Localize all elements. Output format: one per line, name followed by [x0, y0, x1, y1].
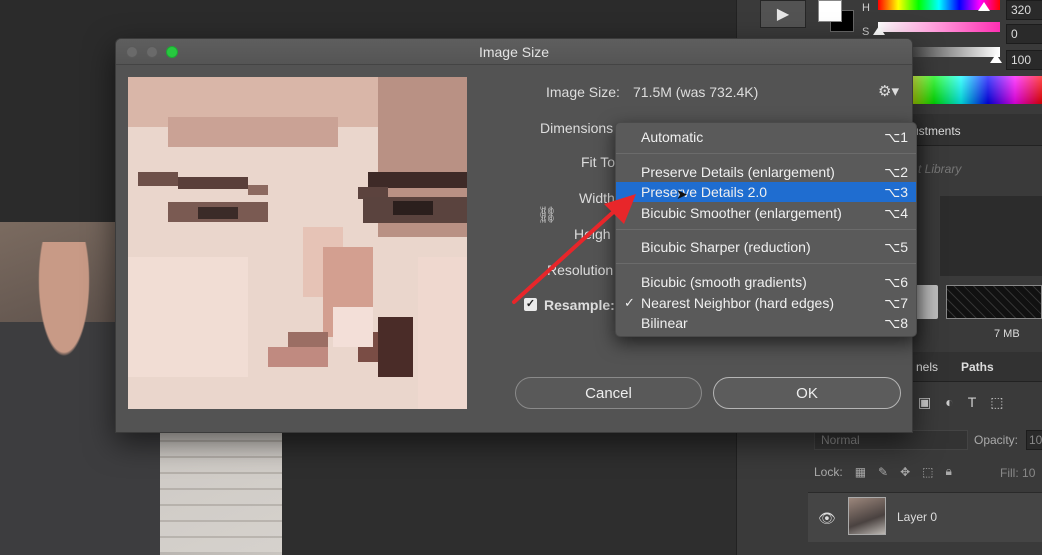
type-filter-icon[interactable]: T — [968, 394, 977, 411]
resample-method-menu: Automatic ⌥1 Preserve Details (enlargeme… — [615, 122, 917, 337]
canvas-empty-area — [282, 432, 742, 555]
link-chain-icon[interactable]: ⛓︎ — [537, 205, 557, 225]
menu-separator — [616, 153, 916, 154]
menu-item-automatic[interactable]: Automatic ⌥1 — [616, 127, 916, 147]
dimensions-label: Dimensions — [540, 120, 614, 136]
tab-channels[interactable]: nels — [916, 360, 938, 374]
menu-separator — [616, 263, 916, 264]
image-size-label: Image Size: — [546, 84, 620, 100]
menu-item-bicubic[interactable]: Bicubic (smooth gradients) ⌥6 — [616, 272, 916, 292]
library-size-text: 7 MB — [994, 328, 1020, 340]
lock-row: Lock: ▦ ✎ ✥ ⬚ 🔒︎ — [814, 464, 952, 479]
lock-move-icon[interactable]: ✥ — [900, 465, 910, 479]
saturation-slider-knob[interactable] — [873, 26, 885, 35]
brightness-slider-knob[interactable] — [990, 54, 1002, 63]
opacity-label: Opacity: — [974, 433, 1019, 447]
minimize-window-button[interactable] — [146, 46, 158, 58]
h-value-field[interactable]: 320 — [1006, 0, 1042, 20]
hue-slider-knob[interactable] — [978, 2, 990, 11]
settings-gear-icon[interactable]: ⚙▾ — [878, 82, 899, 100]
saturation-slider[interactable] — [873, 22, 1000, 35]
menu-item-preserve-details[interactable]: Preserve Details (enlargement) ⌥2 — [616, 162, 916, 182]
opacity-field[interactable]: 10 — [1026, 430, 1042, 450]
play-icon: ▶ — [776, 6, 790, 23]
menu-item-bicubic-smoother[interactable]: Bicubic Smoother (enlargement) ⌥4 — [616, 203, 916, 223]
layer-filter-icons: ▣ ◐ T ⬚ — [918, 394, 1004, 411]
layer-thumbnail[interactable] — [848, 497, 886, 535]
dialog-title: Image Size — [478, 43, 550, 60]
menu-item-nearest-neighbor[interactable]: ✓ Nearest Neighbor (hard edges) ⌥7 — [616, 293, 916, 313]
lock-transparency-icon[interactable]: ▦ — [855, 465, 866, 479]
eye-icon[interactable]: 👁︎ — [818, 510, 836, 527]
lock-artboard-icon[interactable]: ⬚ — [922, 465, 933, 479]
menu-item-bicubic-sharper[interactable]: Bicubic Sharper (reduction) ⌥5 — [616, 237, 916, 257]
image-preview[interactable] — [128, 77, 467, 409]
resample-checkbox[interactable]: ✓ — [524, 298, 537, 311]
menu-item-bilinear[interactable]: Bilinear ⌥8 — [616, 313, 916, 333]
fit-to-label: Fit To — [581, 154, 615, 170]
fill-label: Fill: 10 — [1000, 466, 1036, 480]
lock-label: Lock: — [814, 464, 843, 479]
lock-all-icon[interactable]: 🔒︎ — [946, 464, 952, 479]
resolution-label: Resolution — [547, 262, 614, 278]
width-label: Width — [579, 190, 615, 206]
library-area — [940, 196, 1042, 276]
menu-item-preserve-details-2[interactable]: Preserve Details 2.0 ⌥3 — [616, 182, 916, 202]
lock-paint-icon[interactable]: ✎ — [878, 465, 888, 479]
image-size-value: 71.5M (was 732.4K) — [633, 84, 759, 100]
close-window-button[interactable] — [126, 46, 138, 58]
image-filter-icon[interactable]: ▣ — [918, 394, 931, 411]
resample-label: Resample: — [544, 297, 615, 313]
cancel-button[interactable]: Cancel — [515, 377, 702, 409]
b-value-field[interactable]: 100 — [1006, 50, 1042, 70]
height-label: Heigh — [574, 226, 611, 242]
zoom-window-button[interactable] — [166, 46, 178, 58]
hue-slider[interactable] — [878, 0, 1000, 11]
menu-separator — [616, 229, 916, 230]
adjustment-filter-icon[interactable]: ◐ — [945, 394, 953, 411]
shape-filter-icon[interactable]: ⬚ — [990, 394, 1003, 411]
play-action-button[interactable]: ▶ — [760, 0, 806, 28]
tab-adjustments[interactable]: ustments — [912, 124, 961, 138]
s-label: S — [862, 26, 870, 38]
layer-name[interactable]: Layer 0 — [897, 510, 937, 524]
library-thumbnail-pattern[interactable] — [946, 285, 1042, 319]
foreground-color-swatch[interactable] — [818, 0, 842, 22]
mouse-cursor-icon: ➤ — [676, 186, 688, 202]
dialog-titlebar: Image Size — [116, 39, 912, 65]
checkmark-icon: ✓ — [624, 295, 635, 310]
tab-paths[interactable]: Paths — [961, 360, 994, 374]
window-controls — [126, 46, 178, 58]
preview-face-pixels — [128, 77, 467, 409]
library-placeholder[interactable]: t Library — [918, 162, 961, 176]
h-label: H — [862, 2, 870, 14]
s-value-field[interactable]: 0 — [1006, 24, 1042, 44]
ok-button[interactable]: OK — [713, 377, 901, 409]
blend-mode-select[interactable]: Normal — [814, 430, 968, 450]
